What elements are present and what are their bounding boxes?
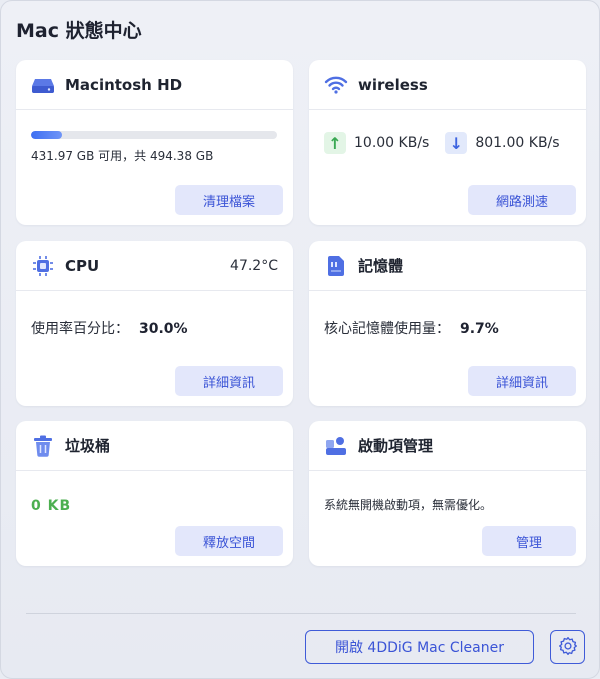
cpu-details-button[interactable]: 詳細資訊 [175, 366, 283, 396]
network-speeds: ↑ 10.00 KB/s ↓ 801.00 KB/s [324, 132, 560, 154]
network-speed-test-button[interactable]: 網路測速 [468, 185, 576, 215]
cpu-chip-icon [31, 254, 55, 278]
cpu-usage: 使用率百分比： 30.0% [31, 318, 188, 338]
network-name: wireless [358, 75, 428, 94]
startup-items-icon [324, 434, 348, 458]
trash-icon [31, 434, 55, 458]
network-card: wireless ↑ 10.00 KB/s ↓ 801.00 KB/s 網路測速 [309, 60, 586, 225]
memory-card: 記憶體 核心記憶體使用量： 9.7% 詳細資訊 [309, 241, 586, 406]
startup-name: 啟動項管理 [358, 437, 434, 455]
memory-usage-label: 核心記憶體使用量： [324, 321, 450, 337]
app-title: Mac 狀態中心 [16, 20, 142, 42]
disk-usage-bar [31, 131, 277, 139]
clean-files-button[interactable]: 清理檔案 [175, 185, 283, 215]
trash-card-header: 垃圾桶 [16, 421, 293, 471]
memory-details-button[interactable]: 詳細資訊 [468, 366, 576, 396]
download-arrow-icon: ↓ [445, 132, 468, 154]
manage-startup-button[interactable]: 管理 [482, 526, 576, 556]
footer-divider [26, 613, 576, 614]
memory-card-header: 記憶體 [309, 241, 586, 291]
memory-usage-value: 9.7% [460, 321, 499, 337]
startup-card-header: 啟動項管理 [309, 421, 586, 471]
free-space-button[interactable]: 釋放空間 [175, 526, 283, 556]
hard-drive-icon [31, 73, 55, 97]
memory-name: 記憶體 [358, 257, 404, 275]
cpu-usage-label: 使用率百分比： [31, 321, 129, 337]
memory-usage: 核心記憶體使用量： 9.7% [324, 318, 499, 338]
download-speed: 801.00 KB/s [475, 135, 560, 151]
cpu-name: CPU [65, 256, 100, 275]
status-center-window: Mac 狀態中心 Macintosh HD 431.97 GB 可用，共 494… [0, 0, 600, 679]
upload-speed: 10.00 KB/s [354, 135, 430, 151]
disk-card-header: Macintosh HD [16, 60, 293, 110]
startup-message: 系統無開機啟動項，無需優化。 [324, 498, 493, 512]
network-card-header: wireless [309, 60, 586, 110]
disk-card: Macintosh HD 431.97 GB 可用，共 494.38 GB 清理… [16, 60, 293, 225]
wifi-icon [324, 73, 348, 97]
disk-usage-fill [31, 131, 62, 139]
disk-capacity-text: 431.97 GB 可用，共 494.38 GB [31, 149, 214, 163]
settings-button[interactable] [550, 630, 585, 664]
startup-card: 啟動項管理 系統無開機啟動項，無需優化。 管理 [309, 421, 586, 566]
trash-size: 0 KB [31, 498, 72, 514]
gear-icon [558, 636, 578, 659]
cpu-usage-value: 30.0% [139, 321, 188, 337]
disk-name: Macintosh HD [65, 75, 183, 94]
upload-arrow-icon: ↑ [324, 132, 346, 154]
cpu-card: CPU 47.2°C 使用率百分比： 30.0% 詳細資訊 [16, 241, 293, 406]
cpu-temperature: 47.2°C [230, 257, 278, 274]
cpu-card-header: CPU 47.2°C [16, 241, 293, 291]
trash-card: 垃圾桶 0 KB 釋放空間 [16, 421, 293, 566]
trash-name: 垃圾桶 [65, 437, 111, 455]
open-mac-cleaner-button[interactable]: 開啟 4DDiG Mac Cleaner [305, 630, 534, 664]
memory-icon [324, 254, 348, 278]
